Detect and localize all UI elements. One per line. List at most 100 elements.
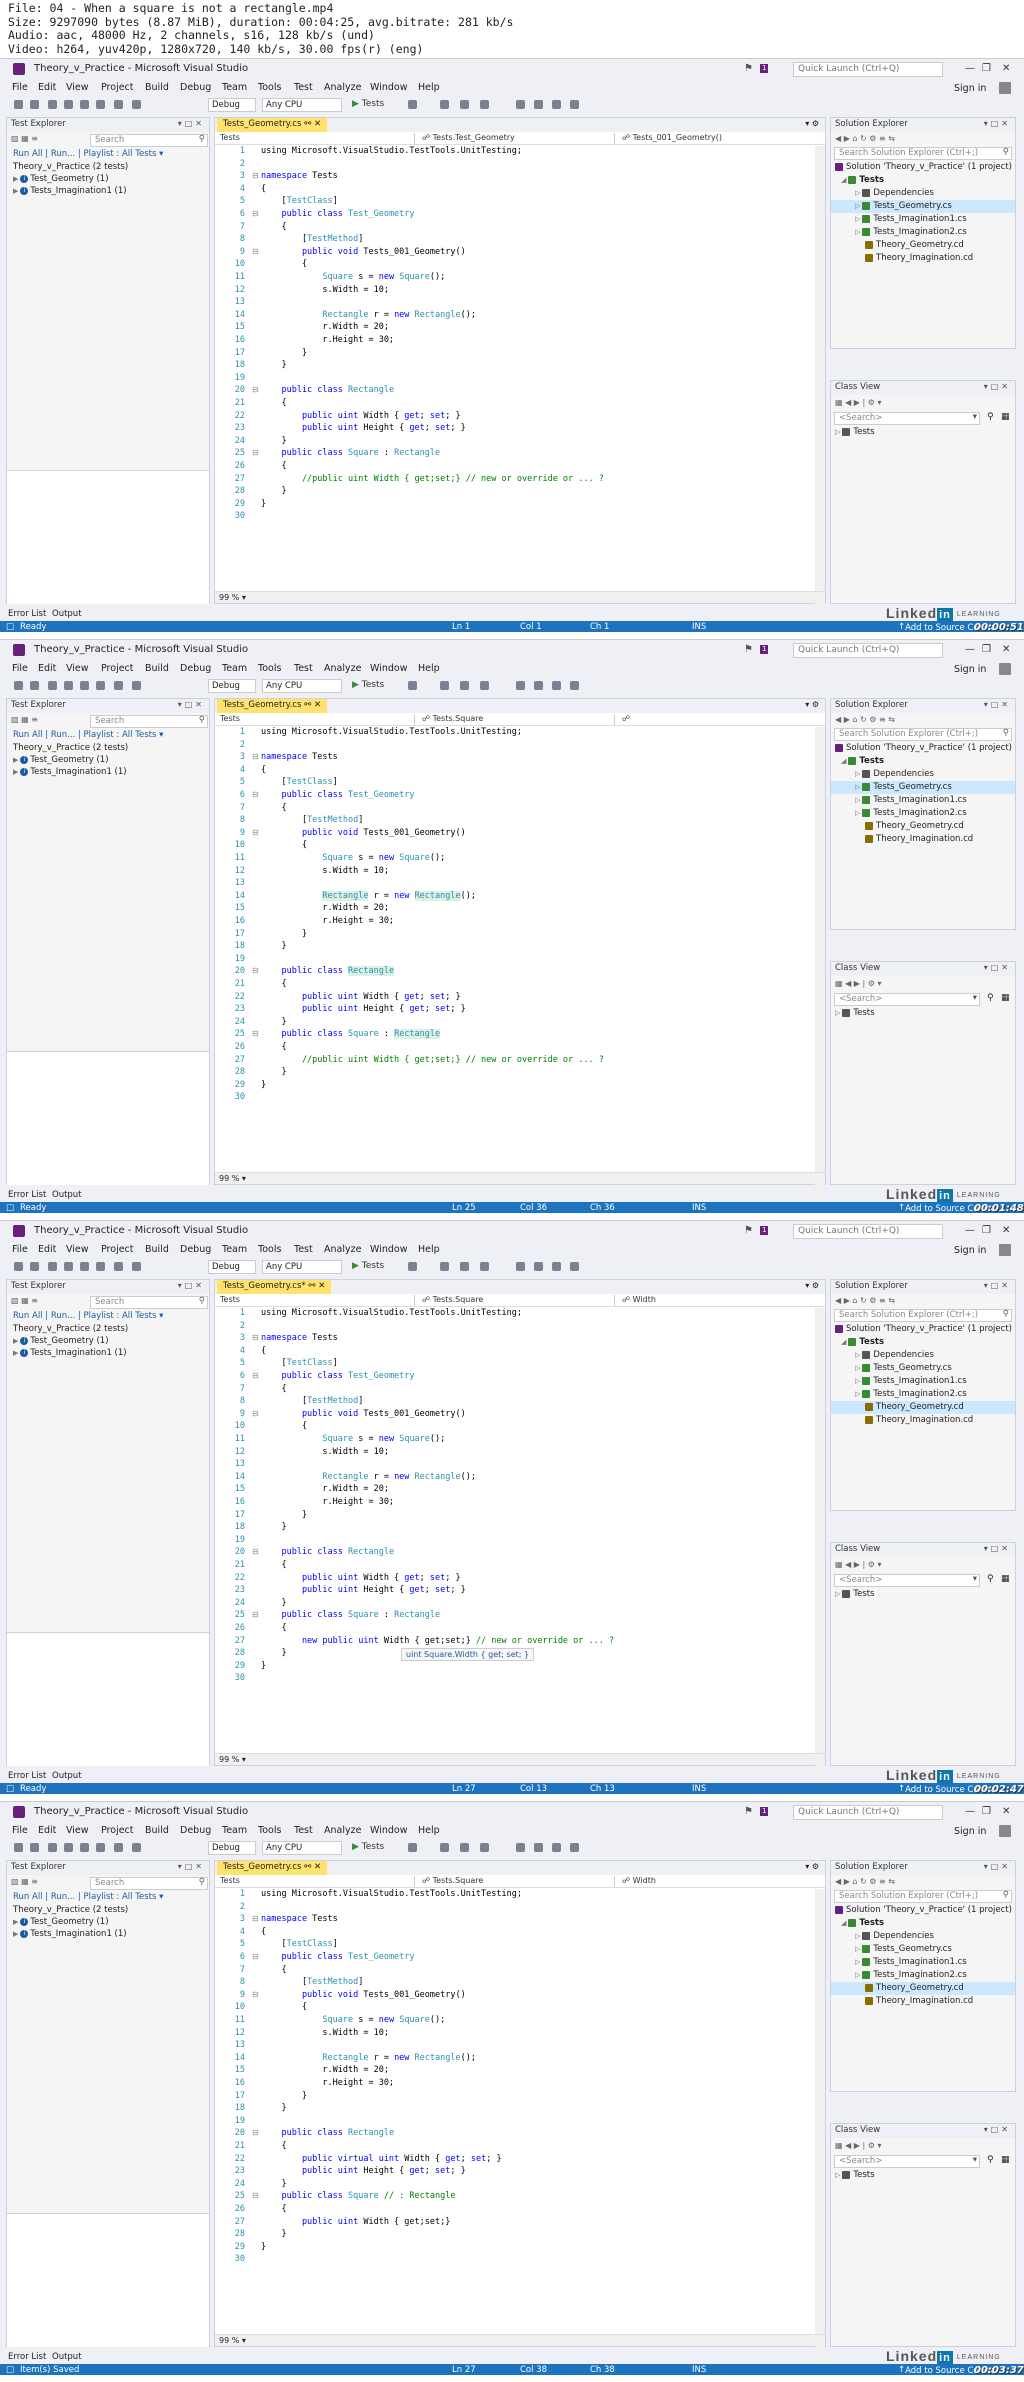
code-line[interactable]: public class Test_Geometry: [261, 790, 414, 800]
new-project-icon[interactable]: [48, 100, 57, 109]
menu-team[interactable]: Team: [222, 1825, 247, 1836]
menu-analyze[interactable]: Analyze: [324, 1825, 361, 1836]
fold-toggle-icon[interactable]: ⊟: [252, 1914, 259, 1923]
menu-test[interactable]: Test: [294, 1825, 313, 1836]
menu-view[interactable]: View: [66, 1244, 89, 1255]
test-toolbar-icons[interactable]: ▧ ▦ ≡: [11, 1877, 38, 1886]
code-line[interactable]: {: [261, 1560, 286, 1570]
test-list-item[interactable]: ▶ i Test_Geometry (1): [7, 173, 209, 185]
panel-pin-close-icon[interactable]: ▾□✕: [984, 1862, 1011, 1871]
test-list-item[interactable]: ▶ i Tests_Imagination1 (1): [7, 766, 209, 778]
error-list-tab[interactable]: Error List: [8, 1771, 46, 1781]
prev-bookmark-icon[interactable]: [534, 681, 543, 690]
solution-toolbar[interactable]: ◀ ▶ ⌂ ↻ ⚙ ≡ ⇆: [831, 713, 1015, 727]
fold-toggle-icon[interactable]: ⊟: [252, 1610, 259, 1619]
panel-pin-close-icon[interactable]: ▾□✕: [984, 2125, 1011, 2134]
document-tab[interactable]: Tests_Geometry.cs ⚯ ✕: [217, 118, 328, 132]
panel-pin-close-icon[interactable]: ▾□✕: [984, 963, 1011, 972]
code-line[interactable]: {: [261, 398, 286, 408]
error-list-tab[interactable]: Error List: [8, 1190, 46, 1200]
code-line[interactable]: s.Width = 10;: [261, 285, 389, 295]
settings-icon[interactable]: ▦: [1001, 1574, 1010, 1584]
solution-file-item[interactable]: ▷ Dependencies: [831, 187, 1015, 200]
close-icon[interactable]: ✕: [1002, 644, 1010, 655]
uncomment-icon[interactable]: [480, 1262, 489, 1271]
menu-view[interactable]: View: [66, 663, 89, 674]
next-bookmark-icon[interactable]: [552, 1843, 561, 1852]
solution-node[interactable]: Solution 'Theory_v_Practice' (1 project): [831, 161, 1015, 174]
editor-scrollbar[interactable]: [815, 146, 825, 632]
code-area[interactable]: 1 using Microsoft.VisualStudio.TestTools.…: [215, 1308, 795, 1794]
solution-file-item[interactable]: ▷ Tests_Imagination1.cs: [831, 213, 1015, 226]
redo-icon[interactable]: [132, 681, 141, 690]
code-line[interactable]: }: [261, 1510, 307, 1520]
expand-icon[interactable]: ▷: [855, 1971, 860, 1979]
code-line[interactable]: }: [261, 486, 286, 496]
sign-in-link[interactable]: Sign in: [954, 83, 986, 94]
nav-type-select[interactable]: ☍ Tests.Square: [419, 1876, 615, 1887]
code-line[interactable]: {: [261, 803, 286, 813]
solution-file-item[interactable]: ▷ Tests_Geometry.cs: [831, 781, 1015, 794]
fold-toggle-icon[interactable]: ⊟: [252, 752, 259, 761]
collapse-icon[interactable]: ◢: [841, 176, 846, 184]
menu-view[interactable]: View: [66, 82, 89, 93]
expand-icon[interactable]: ▷: [855, 783, 860, 791]
collapse-icon[interactable]: ◢: [841, 1338, 846, 1346]
next-bookmark-icon[interactable]: [552, 100, 561, 109]
solution-file-item[interactable]: Theory_Geometry.cd: [831, 239, 1015, 252]
code-line[interactable]: {: [261, 1623, 286, 1633]
sign-in-link[interactable]: Sign in: [954, 664, 986, 675]
expand-icon[interactable]: ▷: [855, 796, 860, 804]
find-icon[interactable]: [408, 1262, 417, 1271]
project-node[interactable]: ◢ Tests: [831, 174, 1015, 187]
solution-file-item[interactable]: ▷ Tests_Imagination1.cs: [831, 1956, 1015, 1969]
start-button[interactable]: ▶ Tests: [352, 680, 384, 690]
comment-icon[interactable]: [460, 1843, 469, 1852]
menu-window[interactable]: Window: [370, 82, 407, 93]
menu-edit[interactable]: Edit: [38, 1825, 56, 1836]
code-line[interactable]: {: [261, 979, 286, 989]
expand-icon[interactable]: ▷: [835, 1009, 840, 1017]
menu-file[interactable]: File: [12, 1825, 28, 1836]
nav-member-select[interactable]: ☍: [619, 714, 799, 725]
quick-launch-input[interactable]: Quick Launch (Ctrl+Q): [793, 1805, 943, 1820]
solution-config-select[interactable]: Debug: [208, 679, 256, 693]
undo-icon[interactable]: [114, 1262, 123, 1271]
code-line[interactable]: public class Test_Geometry: [261, 1952, 414, 1962]
solution-toolbar[interactable]: ◀ ▶ ⌂ ↻ ⚙ ≡ ⇆: [831, 132, 1015, 146]
quick-launch-input[interactable]: Quick Launch (Ctrl+Q): [793, 62, 943, 77]
menu-analyze[interactable]: Analyze: [324, 663, 361, 674]
solution-file-item[interactable]: Theory_Imagination.cd: [831, 252, 1015, 265]
test-root-item[interactable]: Theory_v_Practice (2 tests): [7, 742, 209, 754]
settings-icon[interactable]: ▦: [1001, 412, 1010, 422]
code-line[interactable]: }: [261, 2229, 286, 2239]
code-line[interactable]: public uint Height { get; set; }: [261, 423, 466, 433]
class-view-item[interactable]: ▷ Tests: [831, 1007, 1015, 1020]
code-line[interactable]: Rectangle r = new Rectangle();: [261, 890, 476, 901]
code-line[interactable]: //public uint Width { get;set;} // new o…: [261, 474, 604, 484]
code-line[interactable]: public class Rectangle: [261, 966, 395, 977]
code-line[interactable]: {: [261, 184, 266, 194]
solution-file-item[interactable]: ▷ Tests_Imagination2.cs: [831, 807, 1015, 820]
expand-icon[interactable]: ▷: [835, 2171, 840, 2179]
code-line[interactable]: {: [261, 1421, 307, 1431]
code-line[interactable]: Square s = new Square();: [261, 2015, 445, 2025]
nav-member-select[interactable]: ☍ Tests_001_Geometry(): [619, 133, 799, 144]
code-line[interactable]: public uint Width { get; set; }: [261, 992, 461, 1002]
code-line[interactable]: }: [261, 1648, 286, 1658]
output-tab[interactable]: Output: [52, 609, 82, 619]
platform-select[interactable]: Any CPU: [262, 679, 342, 693]
format-icon[interactable]: [440, 100, 449, 109]
fold-toggle-icon[interactable]: ⊟: [252, 1029, 259, 1038]
close-icon[interactable]: ✕: [1002, 63, 1010, 74]
code-line[interactable]: {: [261, 2204, 286, 2214]
undo-icon[interactable]: [114, 681, 123, 690]
solution-file-item[interactable]: Theory_Imagination.cd: [831, 833, 1015, 846]
expand-icon[interactable]: ▷: [855, 770, 860, 778]
menu-analyze[interactable]: Analyze: [324, 82, 361, 93]
uncomment-icon[interactable]: [480, 1843, 489, 1852]
fold-toggle-icon[interactable]: ⊟: [252, 1409, 259, 1418]
test-search-input[interactable]: Search ⚲: [90, 1877, 208, 1890]
nav-member-select[interactable]: ☍ Width: [619, 1876, 799, 1887]
code-line[interactable]: }: [261, 2242, 266, 2252]
